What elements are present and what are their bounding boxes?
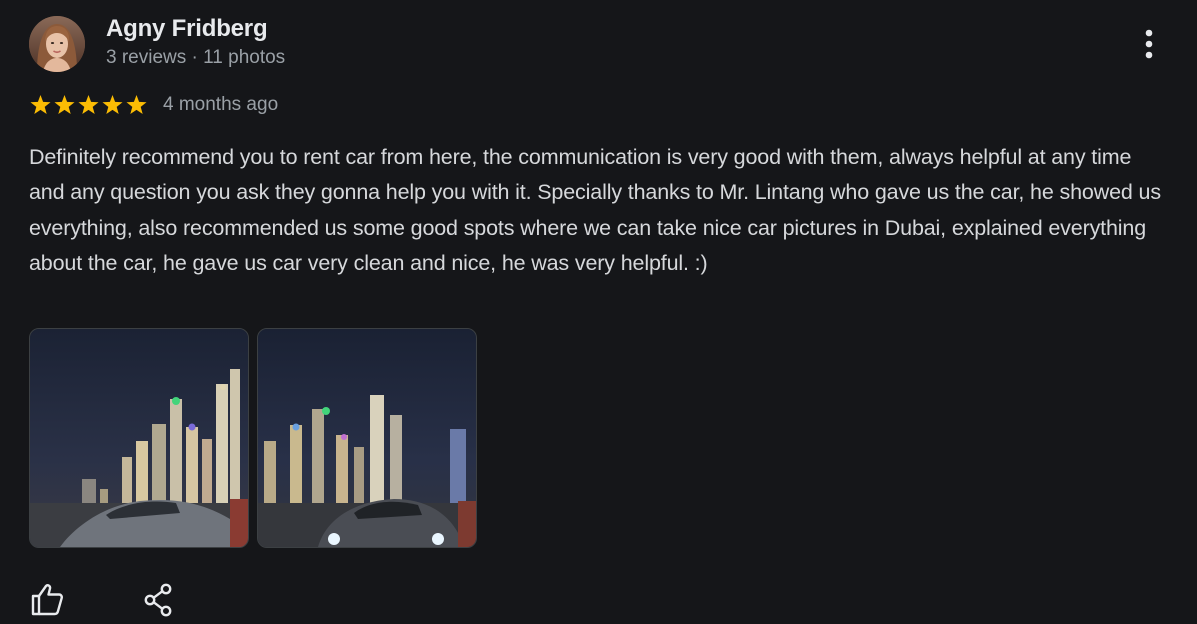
more-options-button[interactable] [1132, 26, 1166, 64]
author-avatar[interactable] [29, 16, 85, 72]
review-photo-2[interactable] [257, 328, 477, 548]
more-vertical-icon [1145, 29, 1153, 59]
author-name[interactable]: Agny Fridberg [106, 15, 268, 43]
star-icon [53, 93, 76, 117]
star-rating [29, 93, 148, 117]
rating-row: 4 months ago [29, 92, 278, 118]
review-text: Definitely recommend you to rent car fro… [29, 145, 1161, 275]
star-icon [77, 93, 100, 117]
star-icon [101, 93, 124, 117]
review-card: Agny Fridberg 3 reviews · 11 photos 4 mo… [0, 0, 1197, 624]
dubai-skyline-car-photo-icon [258, 329, 476, 547]
review-photos [29, 328, 477, 548]
star-icon [29, 93, 52, 117]
author-meta: 3 reviews · 11 photos [106, 47, 286, 68]
like-button[interactable] [28, 580, 66, 618]
star-icon [125, 93, 148, 117]
review-photo-1[interactable] [29, 328, 249, 548]
thumbs-up-icon [31, 584, 63, 616]
share-icon [144, 583, 172, 617]
review-date: 4 months ago [163, 94, 279, 115]
dubai-skyline-car-photo-icon [30, 329, 248, 547]
share-button[interactable] [140, 580, 178, 618]
